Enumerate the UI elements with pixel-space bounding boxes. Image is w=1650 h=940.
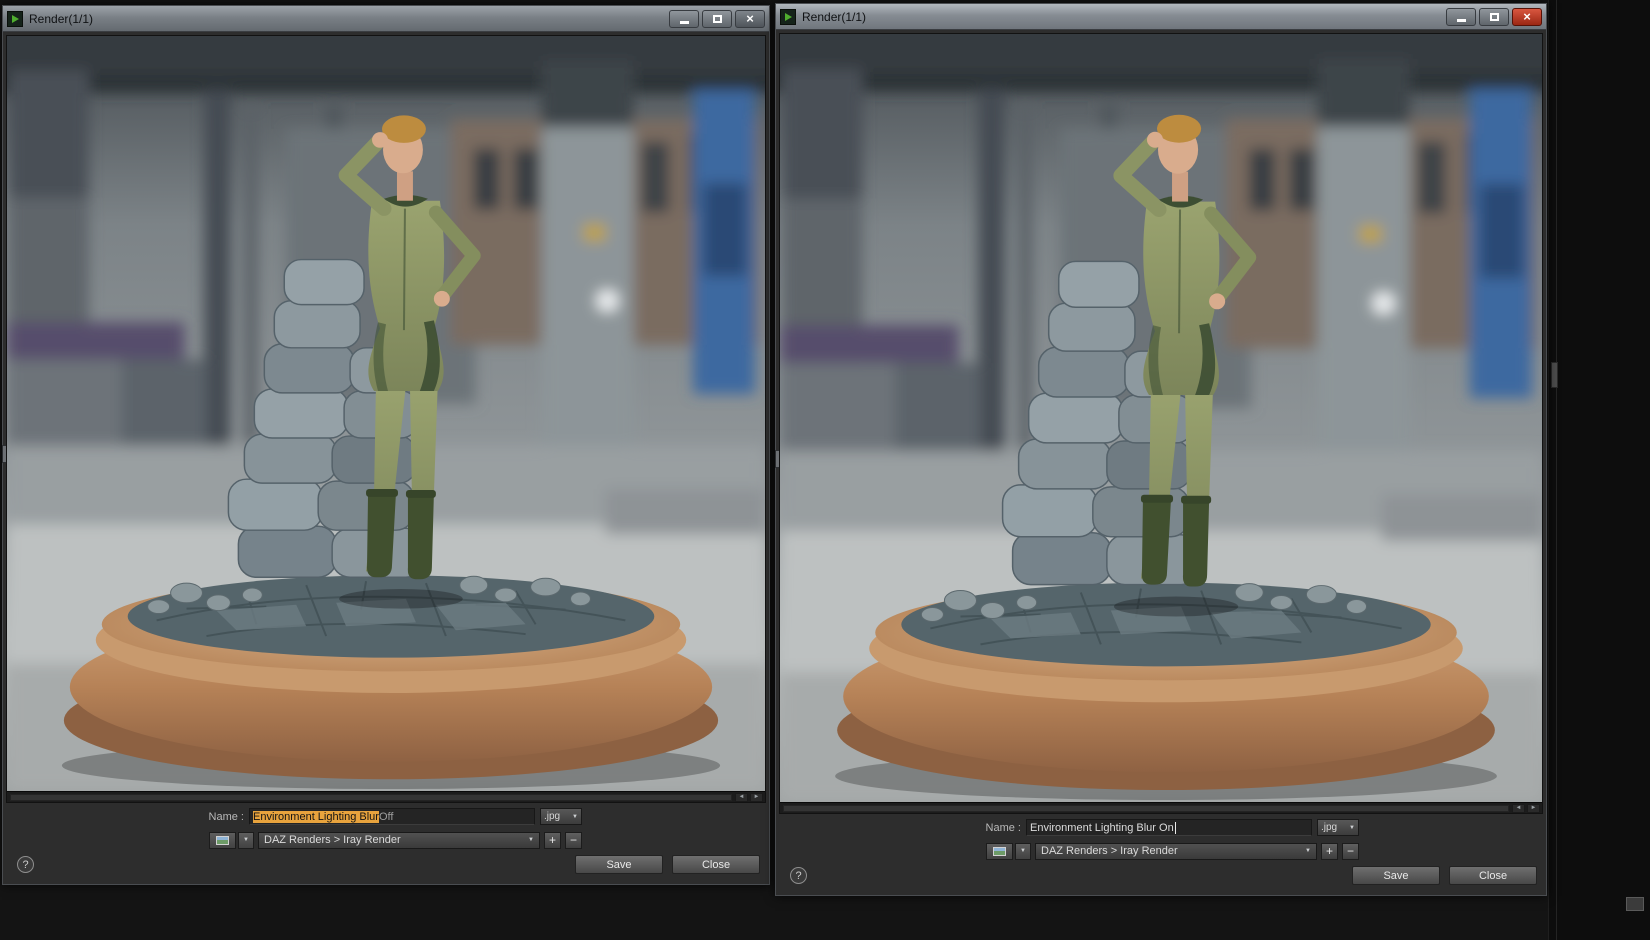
render-controls: Name : Environment Lighting Blur Off .jp… [6, 803, 766, 881]
text-caret [1174, 821, 1176, 834]
chevron-down-icon: ▼ [572, 813, 578, 820]
window-body: ◄ ► Name : Environment Lighting Blur Off… [3, 32, 769, 884]
remove-folder-button[interactable]: − [565, 831, 582, 849]
minimize-icon [679, 20, 689, 24]
chevron-down-icon: ▼ [1305, 848, 1311, 854]
rendered-image [780, 34, 1542, 802]
scroll-left-icon[interactable]: ◄ [735, 792, 748, 802]
format-value: .jpg [544, 811, 561, 822]
name-label: Name : [985, 821, 1021, 834]
folder-path-value: DAZ Renders > Iray Render [264, 834, 401, 846]
render-name-input[interactable]: Environment Lighting Blur Off [249, 808, 535, 825]
help-button[interactable]: ? [790, 867, 807, 884]
save-button[interactable]: Save [575, 855, 663, 874]
horizontal-scrollbar[interactable]: ◄ ► [780, 802, 1542, 813]
render-controls: Name : Environment Lighting Blur On .jpg… [779, 814, 1543, 892]
titlebar[interactable]: Render(1/1) × [776, 4, 1546, 30]
minimize-button[interactable] [669, 9, 699, 28]
format-dropdown[interactable]: .jpg ▼ [540, 808, 582, 825]
rendered-image [7, 36, 765, 791]
image-icon [993, 846, 1006, 856]
close-action-button[interactable]: Close [1449, 866, 1537, 885]
window-title: Render(1/1) [802, 9, 867, 24]
render-viewport: ◄ ► [6, 35, 766, 803]
minimize-button[interactable] [1446, 7, 1476, 26]
close-action-button[interactable]: Close [672, 855, 760, 874]
close-icon: × [1523, 9, 1531, 24]
render-window-left: Render(1/1) × ◄ ► Name : Environment Lig… [2, 5, 770, 885]
app-background-strip [1548, 0, 1650, 940]
chevron-down-icon: ▼ [1020, 848, 1026, 854]
daz-app-icon [7, 10, 23, 27]
image-icon [216, 835, 229, 845]
close-button[interactable]: × [735, 9, 765, 28]
album-button[interactable] [986, 842, 1013, 860]
maximize-button[interactable] [1479, 7, 1509, 26]
maximize-icon [1489, 12, 1499, 21]
album-dropdown-button[interactable]: ▼ [238, 831, 254, 849]
scroll-right-icon[interactable]: ► [1527, 803, 1540, 813]
name-value: Environment Lighting Blur On [1030, 821, 1174, 834]
minimize-icon [1456, 18, 1466, 22]
titlebar[interactable]: Render(1/1) × [3, 6, 769, 32]
maximize-icon [712, 14, 722, 23]
scrollbar-thumb[interactable] [783, 804, 1509, 812]
chevron-down-icon: ▼ [243, 837, 249, 843]
render-viewport: ◄ ► [779, 33, 1543, 814]
add-folder-button[interactable]: + [544, 831, 561, 849]
daz-app-icon [780, 8, 796, 25]
vertical-scrollbar-thumb[interactable] [1551, 362, 1558, 388]
scroll-right-icon[interactable]: ► [750, 792, 763, 802]
remove-folder-button[interactable]: − [1342, 842, 1359, 860]
help-button[interactable]: ? [17, 856, 34, 873]
scroll-left-icon[interactable]: ◄ [1512, 803, 1525, 813]
album-dropdown-button[interactable]: ▼ [1015, 842, 1031, 860]
window-corner-grip[interactable] [1626, 897, 1644, 911]
chevron-down-icon: ▼ [528, 837, 534, 843]
daz-logo-icon [784, 12, 792, 21]
render-name-input[interactable]: Environment Lighting Blur On [1026, 819, 1312, 836]
format-dropdown[interactable]: .jpg ▼ [1317, 819, 1359, 836]
vertical-scrollbar-track[interactable] [1556, 0, 1557, 940]
close-icon: × [746, 11, 754, 26]
selected-text: Environment Lighting Blur [253, 810, 379, 823]
save-button[interactable]: Save [1352, 866, 1440, 885]
daz-logo-icon [11, 14, 19, 23]
render-folder-dropdown[interactable]: DAZ Renders > Iray Render ▼ [1035, 842, 1317, 860]
horizontal-scrollbar[interactable]: ◄ ► [7, 791, 765, 802]
window-title: Render(1/1) [29, 11, 94, 26]
maximize-button[interactable] [702, 9, 732, 28]
render-window-right: Render(1/1) × ◄ ► Name : Environment Lig… [775, 3, 1547, 896]
name-suffix: Off [378, 810, 394, 823]
add-folder-button[interactable]: + [1321, 842, 1338, 860]
name-label: Name : [208, 810, 244, 823]
scrollbar-thumb[interactable] [10, 793, 732, 801]
render-folder-dropdown[interactable]: DAZ Renders > Iray Render ▼ [258, 831, 540, 849]
chevron-down-icon: ▼ [1349, 824, 1355, 831]
folder-path-value: DAZ Renders > Iray Render [1041, 845, 1178, 857]
desktop-background: Render(1/1) × ◄ ► Name : Environment Lig… [0, 0, 1650, 940]
format-value: .jpg [1321, 822, 1338, 833]
album-button[interactable] [209, 831, 236, 849]
close-button[interactable]: × [1512, 7, 1542, 26]
window-body: ◄ ► Name : Environment Lighting Blur On … [776, 30, 1546, 895]
